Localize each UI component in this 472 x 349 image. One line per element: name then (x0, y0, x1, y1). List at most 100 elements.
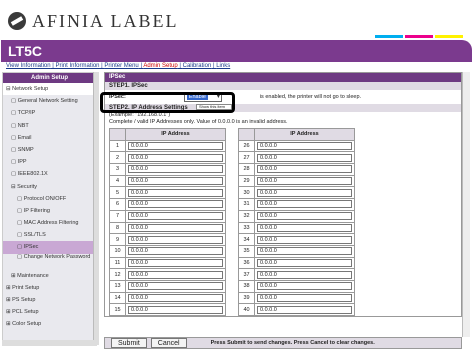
ip-address-input[interactable]: 0.0.0.0 (128, 223, 223, 232)
ip-cell: 0.0.0.0 (254, 186, 355, 200)
ip-cell: 0.0.0.0 (254, 256, 355, 270)
ip-row-number: 32 (238, 209, 255, 223)
ip-address-input[interactable]: 0.0.0.0 (257, 270, 352, 279)
ip-cell: 0.0.0.0 (254, 174, 355, 188)
note-text: Complete / valid IP Addresses only. Valu… (109, 119, 288, 125)
nav-link-print-information[interactable]: Print Information (55, 63, 99, 69)
sidebar-item-ipp[interactable]: ▢ IPP (3, 156, 96, 168)
ip-address-input[interactable]: 0.0.0.0 (257, 293, 352, 302)
ip-address-input[interactable]: 0.0.0.0 (128, 212, 223, 221)
sidebar-item-pcl-setup[interactable]: ⊞ PCL Setup (3, 306, 96, 318)
ip-row: 12 0.0.0.0 (109, 268, 226, 281)
ip-address-input[interactable]: 0.0.0.0 (128, 177, 223, 186)
submit-button[interactable]: Submit (111, 338, 147, 348)
nav-link-links[interactable]: Links (216, 63, 230, 69)
sidebar-item-ieee8021x[interactable]: ▢ IEEE802.1X (3, 168, 96, 180)
sidebar-horizontal-scrollbar[interactable] (2, 340, 97, 346)
ip-row-number: 30 (238, 186, 255, 200)
top-nav: View Information | Print Information | P… (6, 63, 231, 69)
ip-header-left: IP Address (125, 128, 226, 141)
ip-header-right: IP Address (254, 128, 355, 141)
nav-link-calibration[interactable]: Calibration (183, 63, 212, 69)
ip-address-input[interactable]: 0.0.0.0 (257, 177, 352, 186)
ip-cell: 0.0.0.0 (125, 186, 226, 200)
ip-address-input[interactable]: 0.0.0.0 (128, 200, 223, 209)
ip-address-input[interactable]: 0.0.0.0 (257, 305, 352, 314)
ip-row-number: 15 (109, 303, 126, 316)
ip-address-input[interactable]: 0.0.0.0 (128, 188, 223, 197)
ip-row: 8 0.0.0.0 (109, 221, 226, 235)
ip-address-input[interactable]: 0.0.0.0 (257, 165, 352, 174)
nav-link-view-information[interactable]: View Information (6, 63, 51, 69)
ip-cell: 0.0.0.0 (125, 291, 226, 305)
ip-address-input[interactable]: 0.0.0.0 (128, 305, 223, 314)
nav-link-printer-menu[interactable]: Printer Menu (104, 63, 138, 69)
sidebar-item-ip-filtering[interactable]: ▢ IP Filtering (3, 205, 96, 217)
ip-row: 28 0.0.0.0 (238, 163, 355, 176)
sidebar-item-color-setup[interactable]: ⊞ Color Setup (3, 318, 96, 330)
ip-row-number: 38 (238, 279, 255, 293)
ip-address-input[interactable]: 0.0.0.0 (257, 142, 352, 151)
ip-address-input[interactable]: 0.0.0.0 (257, 247, 352, 256)
ip-row: 1 0.0.0.0 (109, 139, 226, 153)
ip-cell: 0.0.0.0 (125, 244, 226, 258)
sidebar-item-ps-setup[interactable]: ⊞ PS Setup (3, 294, 96, 306)
ip-address-input[interactable]: 0.0.0.0 (257, 188, 352, 197)
ip-address-input[interactable]: 0.0.0.0 (128, 282, 223, 291)
sidebar-item-nbt[interactable]: ▢ NBT (3, 120, 96, 132)
ip-cell: 0.0.0.0 (125, 303, 226, 316)
ip-address-input[interactable]: 0.0.0.0 (257, 223, 352, 232)
sidebar-item-network-setup[interactable]: ⊟ Network Setup (3, 83, 96, 96)
ip-address-input[interactable]: 0.0.0.0 (128, 153, 223, 162)
ip-cell: 0.0.0.0 (125, 279, 226, 293)
ip-address-input[interactable]: 0.0.0.0 (128, 142, 223, 151)
ip-cell: 0.0.0.0 (125, 221, 226, 235)
ip-row: 36 0.0.0.0 (238, 256, 355, 270)
cancel-button[interactable]: Cancel (150, 338, 187, 348)
ip-row: 31 0.0.0.0 (238, 198, 355, 211)
ip-address-input[interactable]: 0.0.0.0 (128, 270, 223, 279)
nav-link-admin-setup[interactable]: Admin Setup (143, 63, 177, 69)
ip-row-number: 27 (238, 151, 255, 165)
ip-address-input[interactable]: 0.0.0.0 (128, 165, 223, 174)
ip-row-number: 10 (109, 244, 126, 258)
ip-row: 11 0.0.0.0 (109, 256, 226, 270)
ip-address-input[interactable]: 0.0.0.0 (128, 258, 223, 267)
ip-address-input[interactable]: 0.0.0.0 (257, 258, 352, 267)
sidebar-item-maintenance[interactable]: ⊞ Maintenance (3, 270, 96, 282)
sidebar-item-tcpip[interactable]: ▢ TCP/IP (3, 107, 96, 119)
sidebar-item-ssl-tls[interactable]: ▢ SSL/TLS (3, 229, 96, 241)
sidebar-item-print-setup[interactable]: ⊞ Print Setup (3, 282, 96, 294)
sidebar-item-security[interactable]: ⊟ Security (3, 181, 96, 193)
ip-address-input[interactable]: 0.0.0.0 (257, 153, 352, 162)
ip-cell: 0.0.0.0 (254, 279, 355, 293)
ip-address-input[interactable]: 0.0.0.0 (128, 247, 223, 256)
ip-address-input[interactable]: 0.0.0.0 (257, 200, 352, 209)
ip-cell: 0.0.0.0 (254, 198, 355, 211)
ip-row-number: 4 (109, 174, 126, 188)
sidebar-scrollbar[interactable] (93, 72, 99, 345)
sidebar-item-snmp[interactable]: ▢ SNMP (3, 144, 96, 156)
page-scrollbar[interactable] (462, 72, 470, 337)
ip-cell: 0.0.0.0 (125, 163, 226, 176)
ip-row: 27 0.0.0.0 (238, 151, 355, 165)
sidebar-item-protocol-onoff[interactable]: ▢ Protocol ON/OFF (3, 193, 96, 205)
sidebar-item-general-network-setting[interactable]: ▢ General Network Setting (3, 95, 96, 107)
ip-address-input[interactable]: 0.0.0.0 (128, 293, 223, 302)
ip-address-input[interactable]: 0.0.0.0 (128, 235, 223, 244)
sidebar-item-mac-address-filtering[interactable]: ▢ MAC Address Filtering (3, 217, 96, 229)
ip-address-input[interactable]: 0.0.0.0 (257, 282, 352, 291)
footer-hint: Press Submit to send changes. Press Canc… (210, 340, 375, 346)
sidebar-item-email[interactable]: ▢ Email (3, 132, 96, 144)
ip-cell: 0.0.0.0 (125, 256, 226, 270)
example-text: (Example: "192.168.0.1") (109, 112, 171, 118)
sidebar-item-ipsec[interactable]: ▢ IPSec (3, 241, 96, 254)
page-title: LT5C (8, 43, 42, 59)
ip-address-input[interactable]: 0.0.0.0 (257, 212, 352, 221)
logo-text: AFINIA LABEL (32, 10, 179, 31)
ip-row: 35 0.0.0.0 (238, 244, 355, 258)
sidebar-item-change-network-password[interactable]: ▢ Change Network Password (3, 254, 96, 270)
ip-row-number: 5 (109, 186, 126, 200)
ip-address-input[interactable]: 0.0.0.0 (257, 235, 352, 244)
cmyk-bar-cyan (375, 35, 403, 38)
